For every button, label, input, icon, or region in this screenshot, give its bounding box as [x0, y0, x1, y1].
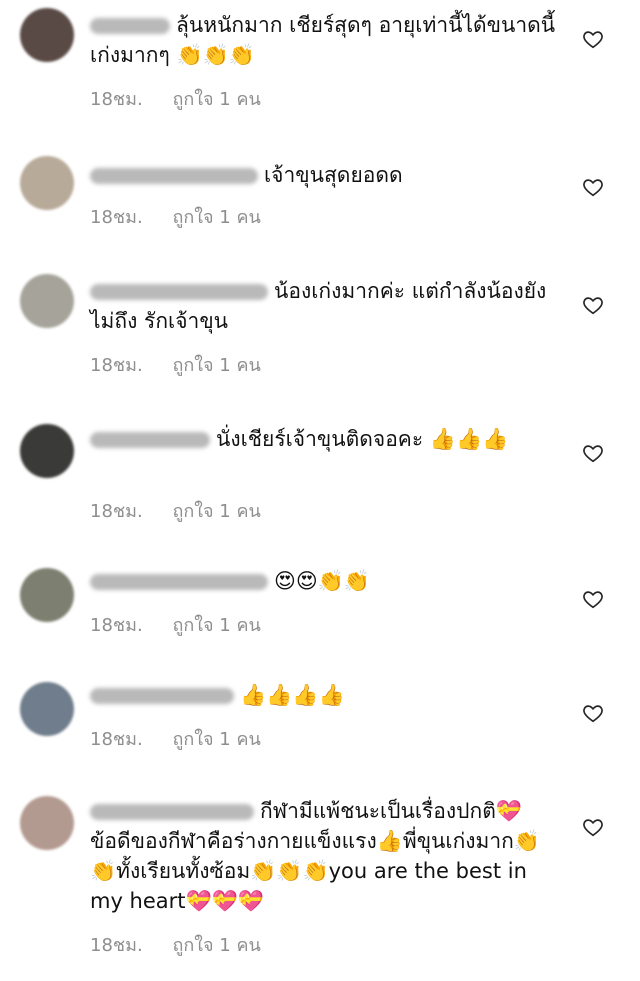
username-blurred[interactable] — [90, 432, 210, 448]
username-blurred[interactable] — [90, 574, 268, 590]
avatar[interactable] — [20, 274, 74, 328]
heart-icon[interactable] — [582, 28, 604, 50]
avatar[interactable] — [20, 682, 74, 736]
likes-link[interactable]: ถูกใจ 1 คน — [172, 207, 260, 228]
avatar[interactable] — [20, 156, 74, 210]
comment-text: นั่งเชียร์เจ้าขุนติดจอคะ — [216, 427, 424, 451]
emoji-reactions: 😍😍👏👏 — [274, 569, 371, 593]
likes-link[interactable]: ถูกใจ 1 คน — [172, 729, 260, 750]
avatar[interactable] — [20, 8, 74, 62]
comment-time: 18ชม. — [90, 935, 143, 956]
username-blurred[interactable] — [90, 168, 258, 184]
heart-icon[interactable] — [582, 816, 604, 838]
comment-time: 18ชม. — [90, 729, 143, 750]
username-blurred[interactable] — [90, 688, 234, 704]
heart-icon[interactable] — [582, 442, 604, 464]
comment-time: 18ชม. — [90, 615, 143, 636]
avatar[interactable] — [20, 568, 74, 622]
comment-text: เจ้าขุนสุดยอดด — [264, 163, 403, 187]
comment-time: 18ชม. — [90, 89, 143, 110]
emoji-clap: 👏👏👏 — [176, 43, 255, 67]
avatar[interactable] — [20, 424, 74, 478]
likes-link[interactable]: ถูกใจ 1 คน — [172, 615, 260, 636]
comment-time: 18ชม. — [90, 501, 143, 522]
heart-icon[interactable] — [582, 294, 604, 316]
emoji-thumbs-up: 👍👍👍👍 — [240, 683, 345, 707]
emoji-thumbs-up: 👍👍👍 — [429, 427, 509, 451]
heart-icon[interactable] — [582, 588, 604, 610]
username-blurred[interactable] — [90, 804, 254, 820]
comment-time: 18ชม. — [90, 355, 143, 376]
likes-link[interactable]: ถูกใจ 1 คน — [172, 89, 260, 110]
likes-link[interactable]: ถูกใจ 1 คน — [172, 501, 260, 522]
comment-time: 18ชม. — [90, 207, 143, 228]
heart-icon[interactable] — [582, 176, 604, 198]
likes-link[interactable]: ถูกใจ 1 คน — [172, 355, 260, 376]
likes-link[interactable]: ถูกใจ 1 คน — [172, 935, 260, 956]
avatar[interactable] — [20, 796, 74, 850]
username-blurred[interactable] — [90, 284, 268, 300]
username-blurred[interactable] — [90, 18, 170, 34]
heart-icon[interactable] — [582, 702, 604, 724]
